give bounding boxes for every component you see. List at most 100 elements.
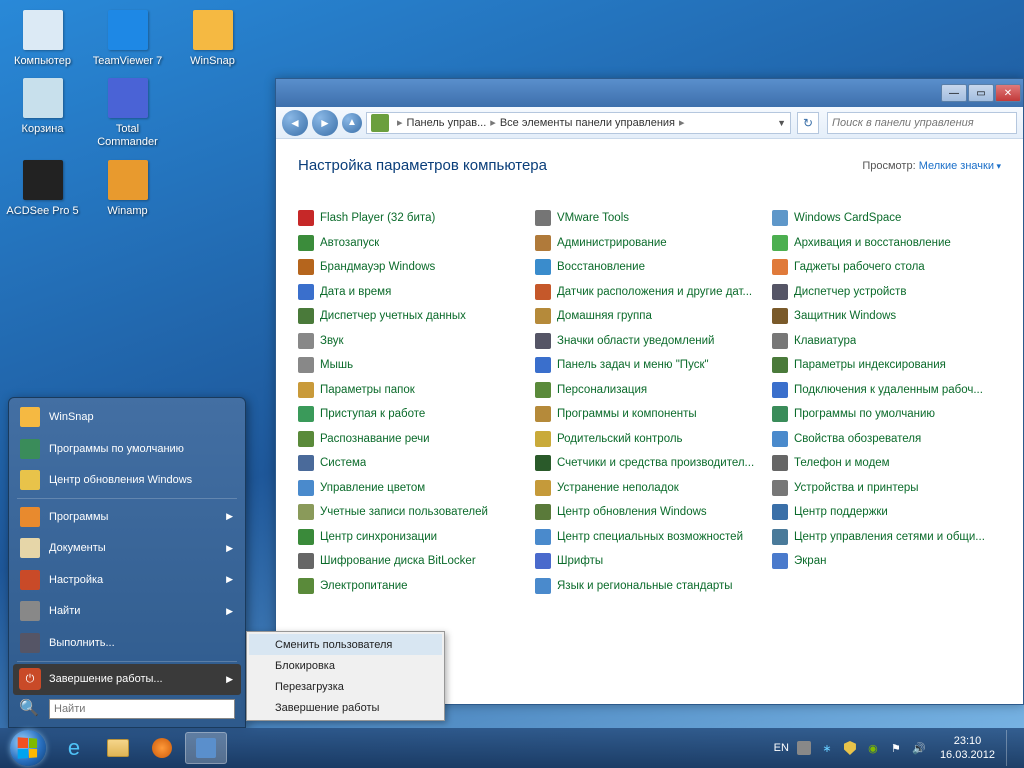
tray-vmware-icon[interactable] xyxy=(796,740,812,756)
desktop-icon[interactable]: Total Commander xyxy=(90,73,165,149)
control-panel-item[interactable]: Автозапуск xyxy=(298,231,527,256)
tray-action-center-icon[interactable]: ⚑ xyxy=(888,740,904,756)
taskbar-app-explorer[interactable] xyxy=(97,732,139,764)
control-panel-item[interactable]: Система xyxy=(298,451,527,476)
control-panel-item[interactable]: Параметры папок xyxy=(298,378,527,403)
control-panel-item[interactable]: Центр управления сетями и общи... xyxy=(772,525,1001,550)
control-panel-item[interactable]: Диспетчер устройств xyxy=(772,280,1001,305)
control-panel-item[interactable]: Панель задач и меню "Пуск" xyxy=(535,353,764,378)
start-menu-item[interactable]: WinSnap xyxy=(13,402,241,434)
control-panel-item[interactable]: Администрирование xyxy=(535,231,764,256)
start-menu-item[interactable]: Программы по умолчанию xyxy=(13,433,241,465)
maximize-button[interactable]: ▭ xyxy=(968,84,994,102)
nav-forward-button[interactable]: ► xyxy=(312,110,338,136)
control-panel-item[interactable]: Программы и компоненты xyxy=(535,402,764,427)
desktop-icon[interactable]: Компьютер xyxy=(5,5,80,68)
control-panel-item[interactable]: Устройства и принтеры xyxy=(772,476,1001,501)
desktop-icon[interactable]: Winamp xyxy=(90,155,165,218)
shutdown-submenu: Сменить пользователяБлокировкаПерезагруз… xyxy=(246,631,445,721)
control-panel-item[interactable]: Управление цветом xyxy=(298,476,527,501)
control-panel-item[interactable]: Дата и время xyxy=(298,280,527,305)
control-panel-item[interactable]: Мышь xyxy=(298,353,527,378)
tray-shield-icon[interactable] xyxy=(842,740,858,756)
tray-sync-icon[interactable]: ◉ xyxy=(865,740,881,756)
shutdown-option[interactable]: Перезагрузка xyxy=(249,676,442,697)
search-input[interactable] xyxy=(832,117,1012,129)
control-panel-item[interactable]: Параметры индексирования xyxy=(772,353,1001,378)
control-panel-item[interactable]: Экран xyxy=(772,549,1001,574)
minimize-button[interactable]: — xyxy=(941,84,967,102)
control-panel-item[interactable]: Шифрование диска BitLocker xyxy=(298,549,527,574)
shutdown-option[interactable]: Сменить пользователя xyxy=(249,634,442,655)
tray-volume-icon[interactable]: 🔊 xyxy=(911,740,927,756)
control-panel-item[interactable]: Гаджеты рабочего стола xyxy=(772,255,1001,280)
control-panel-item[interactable]: Электропитание xyxy=(298,574,527,599)
close-button[interactable]: ✕ xyxy=(995,84,1021,102)
control-panel-item[interactable]: Приступая к работе xyxy=(298,402,527,427)
start-button[interactable] xyxy=(4,728,52,768)
taskbar-app-ie[interactable]: e xyxy=(53,732,95,764)
control-panel-item[interactable]: Телефон и модем xyxy=(772,451,1001,476)
control-panel-item[interactable]: Значки области уведомлений xyxy=(535,329,764,354)
control-panel-item[interactable]: Домашняя группа xyxy=(535,304,764,329)
start-menu-item[interactable]: Документы▶ xyxy=(13,533,241,565)
shutdown-option[interactable]: Завершение работы xyxy=(249,697,442,718)
control-panel-item[interactable]: Flash Player (32 бита) xyxy=(298,206,527,231)
control-panel-item[interactable]: Центр синхронизации xyxy=(298,525,527,550)
start-menu-item[interactable]: Центр обновления Windows xyxy=(13,465,241,497)
desktop-icon[interactable]: WinSnap xyxy=(175,5,250,68)
clock[interactable]: 23:10 16.03.2012 xyxy=(940,734,995,763)
control-panel-item[interactable]: Центр поддержки xyxy=(772,500,1001,525)
control-panel-item[interactable]: Датчик расположения и другие дат... xyxy=(535,280,764,305)
control-panel-item[interactable]: Язык и региональные стандарты xyxy=(535,574,764,599)
control-panel-item[interactable]: Центр специальных возможностей xyxy=(535,525,764,550)
language-indicator[interactable]: EN xyxy=(774,742,789,754)
control-panel-item[interactable]: Свойства обозревателя xyxy=(772,427,1001,452)
view-dropdown[interactable]: Мелкие значки xyxy=(919,160,1001,172)
taskbar-app-mediaplayer[interactable] xyxy=(141,732,183,764)
start-menu-item[interactable]: Программы▶ xyxy=(13,501,241,533)
refresh-button[interactable]: ↻ xyxy=(797,112,819,134)
menu-item-label: Программы по умолчанию xyxy=(49,443,184,455)
control-panel-item[interactable]: Диспетчер учетных данных xyxy=(298,304,527,329)
control-panel-item[interactable]: Шрифты xyxy=(535,549,764,574)
item-icon xyxy=(298,578,314,594)
start-search-input[interactable] xyxy=(49,699,235,719)
start-menu-item[interactable]: Настройка▶ xyxy=(13,564,241,596)
control-panel-item[interactable]: Windows CardSpace xyxy=(772,206,1001,231)
show-desktop-button[interactable] xyxy=(1006,730,1016,766)
nav-up-button[interactable]: ▲ xyxy=(342,113,362,133)
control-panel-item[interactable]: Клавиатура xyxy=(772,329,1001,354)
control-panel-item[interactable]: Устранение неполадок xyxy=(535,476,764,501)
nav-back-button[interactable]: ◄ xyxy=(282,110,308,136)
start-menu-item[interactable]: Выполнить... xyxy=(13,627,241,659)
shutdown-menu-item[interactable]: ⏻ Завершение работы... ▶ xyxy=(13,664,241,696)
control-panel-item[interactable]: Родительский контроль xyxy=(535,427,764,452)
desktop-icon[interactable]: TeamViewer 7 xyxy=(90,5,165,68)
control-panel-item[interactable]: Распознавание речи xyxy=(298,427,527,452)
breadcrumb[interactable]: ▸ Панель управ... ▸ Все элементы панели … xyxy=(366,112,791,134)
item-label: Система xyxy=(320,457,366,469)
control-panel-item[interactable]: Архивация и восстановление xyxy=(772,231,1001,256)
desktop-icon[interactable]: Корзина xyxy=(5,73,80,149)
control-panel-item[interactable]: Центр обновления Windows xyxy=(535,500,764,525)
window-titlebar[interactable]: — ▭ ✕ xyxy=(276,79,1023,107)
tray-bluetooth-icon[interactable]: ∗ xyxy=(819,740,835,756)
start-menu-item[interactable]: Найти▶ xyxy=(13,596,241,628)
shutdown-option[interactable]: Блокировка xyxy=(249,655,442,676)
control-panel-item[interactable]: Подключения к удаленным рабоч... xyxy=(772,378,1001,403)
control-panel-item[interactable]: Счетчики и средства производител... xyxy=(535,451,764,476)
breadcrumb-item[interactable]: Панель управ... xyxy=(407,117,487,129)
search-box[interactable] xyxy=(827,112,1017,134)
desktop-icon[interactable]: ACDSee Pro 5 xyxy=(5,155,80,218)
control-panel-item[interactable]: Восстановление xyxy=(535,255,764,280)
control-panel-item[interactable]: Защитник Windows xyxy=(772,304,1001,329)
control-panel-item[interactable]: Учетные записи пользователей xyxy=(298,500,527,525)
control-panel-item[interactable]: VMware Tools xyxy=(535,206,764,231)
taskbar-app-controlpanel[interactable] xyxy=(185,732,227,764)
breadcrumb-item[interactable]: Все элементы панели управления xyxy=(500,117,675,129)
control-panel-item[interactable]: Звук xyxy=(298,329,527,354)
control-panel-item[interactable]: Программы по умолчанию xyxy=(772,402,1001,427)
control-panel-item[interactable]: Брандмауэр Windows xyxy=(298,255,527,280)
control-panel-item[interactable]: Персонализация xyxy=(535,378,764,403)
